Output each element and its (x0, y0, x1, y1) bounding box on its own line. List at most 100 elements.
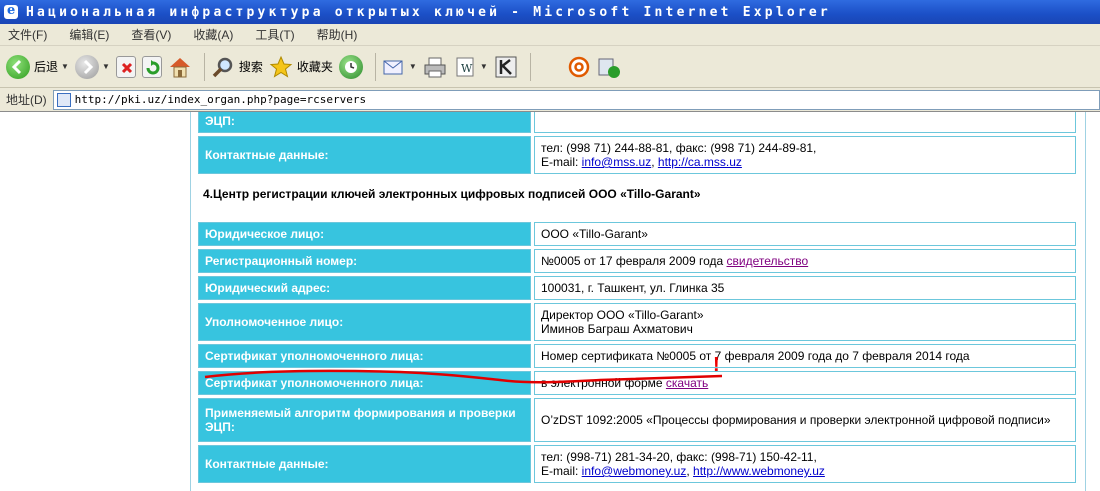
row-label: ЭЦП: (198, 112, 531, 133)
site-link[interactable]: http://ca.mss.uz (658, 155, 742, 169)
address-label: 地址(D) (6, 93, 47, 107)
contacts-phone: тел: (998 71) 244-88-81, факс: (998 71) … (541, 141, 817, 155)
mail-button[interactable]: ▼ (382, 51, 417, 83)
row-value (534, 112, 1076, 133)
toolbar: 后退 ▼ ▼ 搜索 收藏夹 ▼ W ▼ (0, 46, 1100, 88)
contacts-email-line: E-mail: info@mss.uz, http://ca.mss.uz (541, 155, 1069, 169)
star-icon (269, 55, 293, 79)
row-value: O’zDST 1092:2005 «Процессы формирования … (534, 398, 1076, 442)
menu-view[interactable]: 查看(V) (131, 26, 171, 43)
word-icon: W (453, 55, 477, 79)
search-button[interactable]: 搜索 (211, 51, 263, 83)
menu-favorites[interactable]: 收藏(A) (193, 26, 233, 43)
toolbar-separator-3 (529, 52, 531, 81)
row-label: Контактные данные: (198, 445, 531, 483)
mail-icon (382, 55, 406, 79)
forward-button[interactable]: ▼ (74, 51, 110, 83)
home-icon (168, 55, 192, 79)
back-button[interactable]: 后退 ▼ (6, 51, 69, 83)
table-row: Сертификат уполномоченного лица: Номер с… (198, 344, 1076, 368)
address-input[interactable]: http://pki.uz/index_organ.php?page=rcser… (52, 89, 1100, 110)
section-heading: 4.Центр регистрации ключей электронных ц… (203, 187, 701, 201)
row-value: тел: (998-71) 281-34-20, факс: (998-71) … (534, 445, 1076, 483)
edit-button[interactable]: W ▼ (453, 51, 488, 83)
email-prefix: E-mail: (541, 155, 582, 169)
address-bar: 地址(D) http://pki.uz/index_organ.php?page… (0, 88, 1100, 112)
menu-edit[interactable]: 编辑(E) (69, 26, 109, 43)
back-arrow-icon (6, 54, 30, 79)
table-row: Уполномоченное лицо: Директор ООО «Tillo… (198, 303, 1076, 341)
row-value: Директор ООО «Tillo-Garant» Иминов Багра… (534, 303, 1076, 341)
back-dropdown-icon[interactable]: ▼ (61, 62, 69, 71)
site-link[interactable]: http://www.webmoney.uz (693, 464, 825, 478)
row-label: Юридическое лицо: (198, 222, 531, 246)
back-label: 后退 (34, 60, 59, 74)
toolbar-separator (203, 52, 205, 81)
forward-dropdown-icon[interactable]: ▼ (102, 62, 110, 71)
history-icon (338, 54, 363, 79)
stop-button[interactable] (115, 51, 136, 83)
table-row: Контактные данные: тел: (998 71) 244-88-… (198, 136, 1076, 174)
page-icon (56, 92, 71, 107)
email-link[interactable]: info@mss.uz (582, 155, 652, 169)
search-icon (211, 55, 235, 79)
table-row: Юридическое лицо: ООО «Tillo-Garant» (198, 222, 1076, 246)
row-label: Уполномоченное лицо: (198, 303, 531, 341)
row-label: Сертификат уполномоченного лица: (198, 344, 531, 368)
tillo-garant-table: Юридическое лицо: ООО «Tillo-Garant» Рег… (198, 219, 1076, 486)
table-row: Применяемый алгоритм формирования и пров… (198, 398, 1076, 442)
menu-file[interactable]: 文件(F) (8, 26, 47, 43)
table-row: Юридический адрес: 100031, г. Ташкент, у… (198, 276, 1076, 300)
contacts-email-line: E-mail: info@webmoney.uz, http://www.web… (541, 464, 1069, 478)
row-label: Юридический адрес: (198, 276, 531, 300)
table-row: Регистрационный номер: №0005 от 17 февра… (198, 249, 1076, 273)
toolbar-separator-2 (374, 52, 376, 81)
table-row: Контактные данные: тел: (998-71) 281-34-… (198, 445, 1076, 483)
row-value: №0005 от 17 февраля 2009 года свидетельс… (534, 249, 1076, 273)
favorites-label: 收藏夹 (296, 60, 333, 74)
favorites-button[interactable]: 收藏夹 (269, 51, 333, 83)
ie-logo-icon (4, 3, 18, 19)
exclamation-mark: ! (713, 354, 720, 376)
person-name: Иминов Баграш Ахматович (541, 322, 693, 336)
messenger-button[interactable] (567, 51, 591, 83)
address-url[interactable]: http://pki.uz/index_organ.php?page=rcser… (75, 93, 366, 106)
person-title: Директор ООО «Tillo-Garant» (541, 308, 704, 322)
table-row: Сертификат уполномоченного лица: в элект… (198, 371, 1076, 395)
print-button[interactable] (423, 51, 447, 83)
search-label: 搜索 (238, 60, 263, 74)
row-value: тел: (998 71) 244-88-81, факс: (998 71) … (534, 136, 1076, 174)
mail-dropdown-icon[interactable]: ▼ (409, 62, 417, 71)
menu-help[interactable]: 帮助(H) (317, 26, 358, 43)
edit-dropdown-icon[interactable]: ▼ (480, 62, 488, 71)
download-link[interactable]: скачать (666, 376, 708, 390)
history-button[interactable] (338, 51, 363, 83)
page-content: ЭЦП: Контактные данные: тел: (998 71) 24… (0, 112, 1100, 491)
reg-number: №0005 от 17 февраля 2009 года (541, 254, 727, 268)
certificate-link[interactable]: свидетельство (727, 254, 809, 268)
table-row: ЭЦП: (198, 112, 1076, 133)
home-button[interactable] (168, 51, 192, 83)
forward-arrow-icon (74, 54, 99, 79)
refresh-icon (141, 55, 162, 78)
qq-button[interactable] (597, 51, 621, 83)
refresh-button[interactable] (141, 51, 162, 83)
row-value: в электронной форме скачать (534, 371, 1076, 395)
window-title: Национальная инфраструктура открытых клю… (26, 4, 831, 20)
row-value: ООО «Tillo-Garant» (534, 222, 1076, 246)
menu-bar: 文件(F) 编辑(E) 查看(V) 收藏(A) 工具(T) 帮助(H) (0, 24, 1100, 46)
row-value: 100031, г. Ташкент, ул. Глинка 35 (534, 276, 1076, 300)
cert-form-text: в электронной форме (541, 376, 666, 390)
right-border-line (1085, 112, 1086, 491)
left-border-line (190, 112, 191, 491)
svg-text:W: W (461, 62, 473, 75)
window-titlebar: Национальная инфраструктура открытых клю… (0, 0, 1100, 24)
row-value: Номер сертификата №0005 от 7 февраля 200… (534, 344, 1076, 368)
menu-tools[interactable]: 工具(T) (255, 26, 294, 43)
row-label: Применяемый алгоритм формирования и пров… (198, 398, 531, 442)
row-label: Регистрационный номер: (198, 249, 531, 273)
discuss-button[interactable] (494, 51, 518, 83)
stop-icon (115, 55, 136, 78)
row-label: Контактные данные: (198, 136, 531, 174)
email-link[interactable]: info@webmoney.uz (582, 464, 687, 478)
